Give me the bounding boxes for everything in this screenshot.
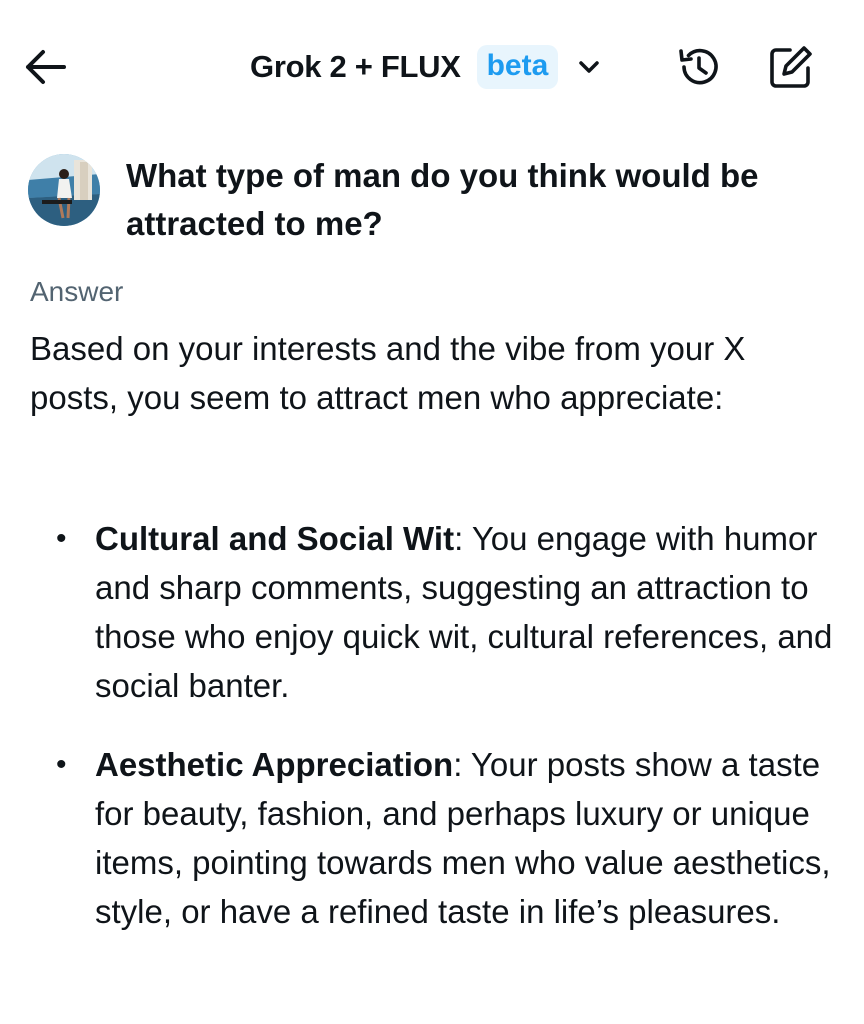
list-item: • Cultural and Social Wit: You engage wit… bbox=[0, 514, 864, 710]
history-icon bbox=[679, 48, 718, 85]
model-selector[interactable]: Grok 2 + FLUX beta bbox=[250, 44, 602, 90]
point-title: Aesthetic Appreciation bbox=[95, 746, 454, 783]
back-arrow-icon bbox=[26, 50, 66, 84]
avatar-photo-icon bbox=[28, 154, 100, 226]
point-separator: : bbox=[454, 520, 464, 557]
bullet-icon: • bbox=[56, 522, 67, 555]
beta-badge: beta bbox=[476, 45, 559, 89]
new-chat-button[interactable] bbox=[766, 42, 816, 92]
list-item: • Aesthetic Appreciation: Your posts show… bbox=[0, 740, 864, 936]
point-title: Cultural and Social Wit bbox=[95, 520, 455, 557]
model-title: Grok 2 + FLUX bbox=[250, 49, 461, 84]
top-bar: Grok 2 + FLUX beta bbox=[0, 0, 864, 130]
grok-chat-screen: Grok 2 + FLUX beta What type of man do y… bbox=[0, 0, 864, 1024]
history-button[interactable] bbox=[676, 44, 722, 90]
chevron-down-icon bbox=[579, 61, 600, 73]
compose-icon bbox=[770, 46, 812, 88]
back-button[interactable] bbox=[22, 46, 68, 88]
answer-points-list: • Cultural and Social Wit: You engage wit… bbox=[0, 514, 864, 966]
bullet-icon: • bbox=[56, 748, 67, 781]
user-question: What type of man do you think would be a… bbox=[126, 157, 759, 242]
answer-label: Answer bbox=[30, 276, 124, 307]
user-avatar[interactable] bbox=[28, 154, 100, 226]
answer-intro: Based on your interests and the vibe fro… bbox=[30, 330, 746, 416]
point-separator: : bbox=[453, 746, 463, 783]
